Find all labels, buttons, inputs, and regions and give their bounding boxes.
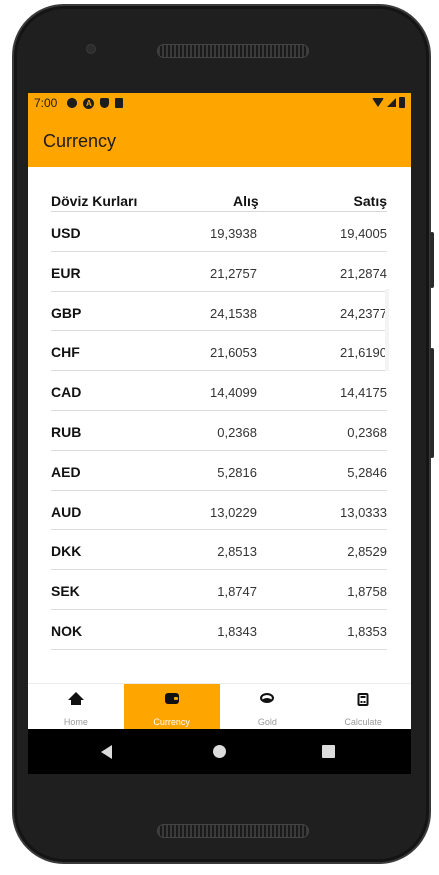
back-icon[interactable]: [101, 745, 112, 759]
table-rows: USD 19,3938 19,4005 EUR 21,2757 21,2874 GBP 2…: [51, 212, 387, 650]
currency-code: CAD: [51, 384, 82, 401]
sell-rate: 21,6190: [340, 345, 387, 361]
buy-rate: 13,0229: [210, 504, 257, 520]
header-sell: Satış: [353, 193, 387, 209]
table-row: CAD 14,4099 14,4175: [51, 371, 387, 411]
buy-rate: 21,2757: [210, 265, 257, 281]
sell-rate: 2,8529: [347, 544, 387, 560]
currency-code: CHF: [51, 344, 80, 361]
speaker-top: [157, 44, 309, 58]
header-buy: Alış: [233, 193, 259, 209]
status-bar: 7:00 A: [28, 93, 411, 113]
table-row: AUD 13,0229 13,0333: [51, 491, 387, 531]
status-time: 7:00: [34, 96, 58, 110]
gold-icon: [260, 693, 275, 703]
currency-code: SEK: [51, 583, 80, 600]
sell-rate: 1,8353: [347, 623, 387, 639]
buy-rate: 24,1538: [210, 305, 257, 321]
buy-rate: 5,2816: [217, 464, 257, 480]
buy-rate: 1,8343: [217, 623, 257, 639]
power-button: [430, 232, 434, 288]
table-row: SEK 1,8747 1,8758: [51, 570, 387, 610]
currency-code: AUD: [51, 503, 82, 520]
wallet-icon: [164, 693, 179, 704]
scroll-indicator: [385, 289, 389, 371]
screen: 7:00 A Currency Döviz Kurları Alış Satış…: [28, 93, 411, 774]
nav-item-calculate[interactable]: Calculate: [315, 684, 411, 729]
home-icon-body: [70, 699, 81, 705]
currency-code: NOK: [51, 622, 83, 639]
table-row: EUR 21,2757 21,2874: [51, 252, 387, 292]
table-row: CHF 21,6053 21,6190: [51, 331, 387, 372]
calculator-icon: [357, 693, 369, 706]
nav-label-calculate: Calculate: [344, 717, 382, 727]
table-row: NOK 1,8343 1,8353: [51, 610, 387, 650]
sell-rate: 19,4005: [340, 226, 387, 241]
table-row: RUB 0,2368 0,2368: [51, 411, 387, 451]
camera: [86, 44, 96, 54]
sd-card-icon: [115, 98, 124, 108]
nav-label-gold: Gold: [257, 717, 277, 727]
battery-icon: [399, 97, 405, 108]
currency-code: USD: [51, 225, 81, 241]
table-row: AED 5,2816 5,2846: [51, 451, 387, 491]
buy-rate: 2,8513: [217, 544, 257, 560]
status-right: [372, 97, 405, 108]
currency-code: RUB: [51, 423, 82, 440]
sell-rate: 5,2846: [347, 464, 387, 480]
buy-rate: 1,8747: [217, 584, 257, 600]
sell-rate: 1,8758: [347, 584, 387, 600]
nav-label-currency: Currency: [153, 717, 190, 727]
page-title: Currency: [43, 131, 117, 151]
currency-code: AED: [51, 463, 81, 480]
wifi-icon: [372, 98, 384, 107]
sell-rate: 13,0333: [340, 504, 387, 520]
currency-code: GBP: [51, 304, 82, 321]
currency-code: EUR: [51, 264, 81, 281]
a-badge-icon: A: [83, 97, 95, 109]
buy-rate: 19,3938: [210, 226, 257, 241]
header-currency: Döviz Kurları: [51, 193, 138, 209]
sell-rate: 21,2874: [340, 265, 387, 281]
shield-icon: [100, 98, 110, 108]
sell-rate: 0,2368: [347, 424, 387, 440]
settings-icon: [67, 98, 78, 108]
signal-icon: [387, 98, 396, 107]
sell-rate: 14,4175: [340, 385, 387, 401]
table-row: DKK 2,8513 2,8529: [51, 530, 387, 571]
volume-button: [430, 348, 434, 458]
buy-rate: 0,2368: [217, 424, 257, 440]
nav-label-home: Home: [63, 717, 88, 727]
nav-item-gold[interactable]: Gold: [220, 684, 316, 729]
nav-item-currency[interactable]: Currency: [123, 684, 220, 729]
recent-apps-icon[interactable]: [322, 745, 335, 758]
speaker-bottom: [157, 824, 309, 838]
table-row: GBP 24,1538 24,2377: [51, 292, 387, 332]
app-bar: Currency: [28, 113, 411, 167]
table-header: Döviz Kurları Alış Satış: [51, 193, 387, 213]
table-row: USD 19,3938 19,4005: [51, 212, 387, 252]
system-navigation-bar: [28, 729, 411, 774]
bottom-navigation: Home Currency Gold Calculate: [28, 683, 411, 729]
nav-item-home[interactable]: Home: [28, 684, 124, 729]
buy-rate: 21,6053: [210, 345, 257, 361]
home-button-icon[interactable]: [213, 745, 226, 758]
currency-code: DKK: [51, 543, 82, 560]
buy-rate: 14,4099: [210, 385, 257, 401]
sell-rate: 24,2377: [340, 305, 387, 321]
